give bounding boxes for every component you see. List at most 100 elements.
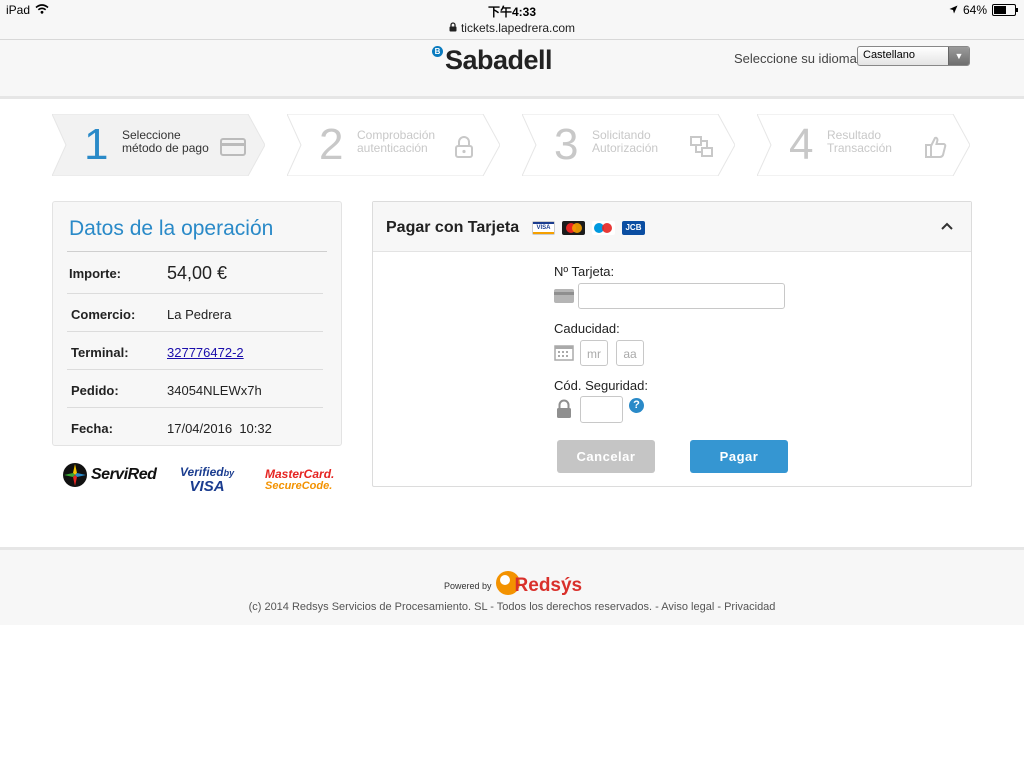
amount-label: Importe:: [69, 266, 121, 281]
row-divider: [67, 407, 323, 408]
security-lock-icon: [556, 399, 572, 424]
row-divider: [67, 331, 323, 332]
progress-steps: 1 Seleccione método de pago 2 Comprobació…: [52, 114, 972, 176]
visa-card-label: VISA: [536, 225, 551, 231]
language-select[interactable]: Castellano ▼: [857, 46, 970, 66]
step-4-line1: Resultado: [827, 128, 882, 142]
status-bar: iPad 下午4:33 64%: [0, 0, 1024, 20]
step-4: 4 Resultado Transacción: [757, 114, 970, 176]
thumbs-up-icon: [925, 136, 947, 163]
time-text: 10:32: [239, 421, 272, 436]
date-text: 17/04/2016: [167, 421, 233, 436]
clock: 下午4:33: [487, 5, 537, 19]
footer-separator: -: [717, 601, 721, 613]
cvv-input[interactable]: [580, 396, 623, 423]
padlock-icon: [449, 21, 457, 35]
date-label: Fecha:: [71, 421, 113, 436]
powered-by-redsys: Powered by Redsýs: [444, 570, 582, 601]
step-2-text: Comprobación autenticación: [357, 129, 447, 155]
order-label: Pedido:: [71, 383, 119, 398]
battery-percent: 64%: [962, 3, 987, 17]
step-2-line2: autenticación: [357, 141, 428, 155]
step-1-number: 1: [84, 120, 109, 169]
servired-emblem-icon: [63, 463, 87, 487]
step-4-number: 4: [789, 120, 814, 169]
step-4-line2: Transacción: [827, 141, 892, 155]
step-2-line1: Comprobación: [357, 128, 436, 142]
powered-by-text: Powered by: [444, 580, 492, 591]
maestro-card-icon: [592, 221, 615, 235]
status-right: 64%: [949, 3, 1018, 17]
step-1-line1: Seleccione: [122, 128, 181, 142]
step-3-number: 3: [554, 120, 579, 169]
card-number-input[interactable]: [578, 283, 785, 309]
payment-panel-header[interactable]: Pagar con Tarjeta VISA JCB: [373, 202, 971, 252]
lock-icon: [455, 136, 473, 163]
terminal-link[interactable]: 327776472-2: [167, 345, 244, 360]
card-brands: VISA JCB: [532, 221, 645, 235]
logo-mark: B: [432, 46, 443, 57]
card-number-label: Nº Tarjeta:: [554, 264, 615, 279]
step-1-line2: método de pago: [122, 141, 209, 155]
amount-value: 54,00 €: [167, 263, 228, 283]
site-header: B Sabadell Seleccione su idioma Castella…: [0, 40, 1024, 99]
credit-card-icon: [220, 138, 246, 161]
verified-by-visa-logo: Verifiedby VISA: [180, 465, 234, 495]
title-divider: [67, 251, 327, 252]
calendar-icon: [554, 344, 574, 366]
step-1-text: Seleccione método de pago: [122, 129, 212, 155]
mastercard-securecode-logo: MasterCard. SecureCode.: [265, 468, 334, 492]
card-number-icon: [554, 289, 574, 308]
cvv-label: Cód. Seguridad:: [554, 378, 648, 393]
security-logos: ServiRed Verifiedby VISA MasterCard. Sec…: [60, 460, 340, 500]
mastercard-text: MasterCard.: [265, 467, 335, 481]
privacy-link[interactable]: Privacidad: [724, 601, 775, 613]
servired-logo: ServiRed: [62, 462, 157, 488]
dropdown-arrow-icon: ▼: [948, 47, 969, 65]
step-1: 1 Seleccione método de pago: [52, 114, 265, 176]
row-divider: [67, 369, 323, 370]
row-divider: [67, 293, 323, 294]
legal-link[interactable]: Aviso legal: [661, 601, 714, 613]
step-3: 3 Solicitando Autorización: [522, 114, 735, 176]
securecode-text: SecureCode.: [265, 480, 333, 492]
redsys-text: Redsýs: [514, 574, 583, 596]
merchant-value: La Pedrera: [167, 307, 232, 322]
expiry-year-input[interactable]: aa: [616, 340, 644, 366]
cancel-button[interactable]: Cancelar: [557, 440, 655, 473]
collapse-chevron-icon[interactable]: [941, 218, 953, 233]
copyright: (c) 2014 Redsys Servicios de Procesamien…: [0, 601, 1024, 613]
step-3-line2: Autorización: [592, 141, 659, 155]
transfer-icon: [690, 136, 714, 163]
terminal-label: Terminal:: [71, 345, 129, 360]
step-2: 2 Comprobación autenticación: [287, 114, 500, 176]
brand-name: Sabadell: [445, 45, 553, 75]
visa-card-icon: VISA: [532, 221, 555, 235]
payment-title: Pagar con Tarjeta: [386, 219, 520, 236]
address-bar[interactable]: tickets.lapedrera.com: [0, 20, 1024, 40]
step-3-text: Solicitando Autorización: [592, 129, 682, 155]
servired-text: ServiRed: [91, 466, 157, 483]
url-text[interactable]: tickets.lapedrera.com: [461, 21, 575, 35]
step-3-line1: Solicitando: [592, 128, 651, 142]
merchant-label: Comercio:: [71, 307, 136, 322]
month-placeholder: mr: [587, 347, 601, 361]
verified-text: Verified: [180, 465, 224, 479]
jcb-card-icon: JCB: [622, 221, 645, 235]
language-select-value: Castellano: [863, 49, 915, 61]
location-arrow-icon: [949, 3, 958, 17]
step-4-text: Resultado Transacción: [827, 129, 917, 155]
mastercard-card-icon: [562, 221, 585, 235]
pay-button[interactable]: Pagar: [690, 440, 788, 473]
battery-icon: [992, 4, 1018, 16]
payment-panel: Pagar con Tarjeta VISA JCB Nº Tarjeta: C…: [372, 201, 972, 487]
year-placeholder: aa: [623, 347, 637, 361]
visa-text: VISA: [189, 478, 225, 495]
cvv-help-icon[interactable]: ?: [629, 398, 644, 413]
step-2-number: 2: [319, 120, 344, 169]
expiry-label: Caducidad:: [554, 321, 620, 336]
operation-details-panel: Datos de la operación Importe: 54,00 € C…: [52, 201, 342, 446]
operation-title: Datos de la operación: [69, 217, 274, 240]
expiry-month-input[interactable]: mr: [580, 340, 608, 366]
date-value: 17/04/2016 10:32: [167, 421, 272, 436]
